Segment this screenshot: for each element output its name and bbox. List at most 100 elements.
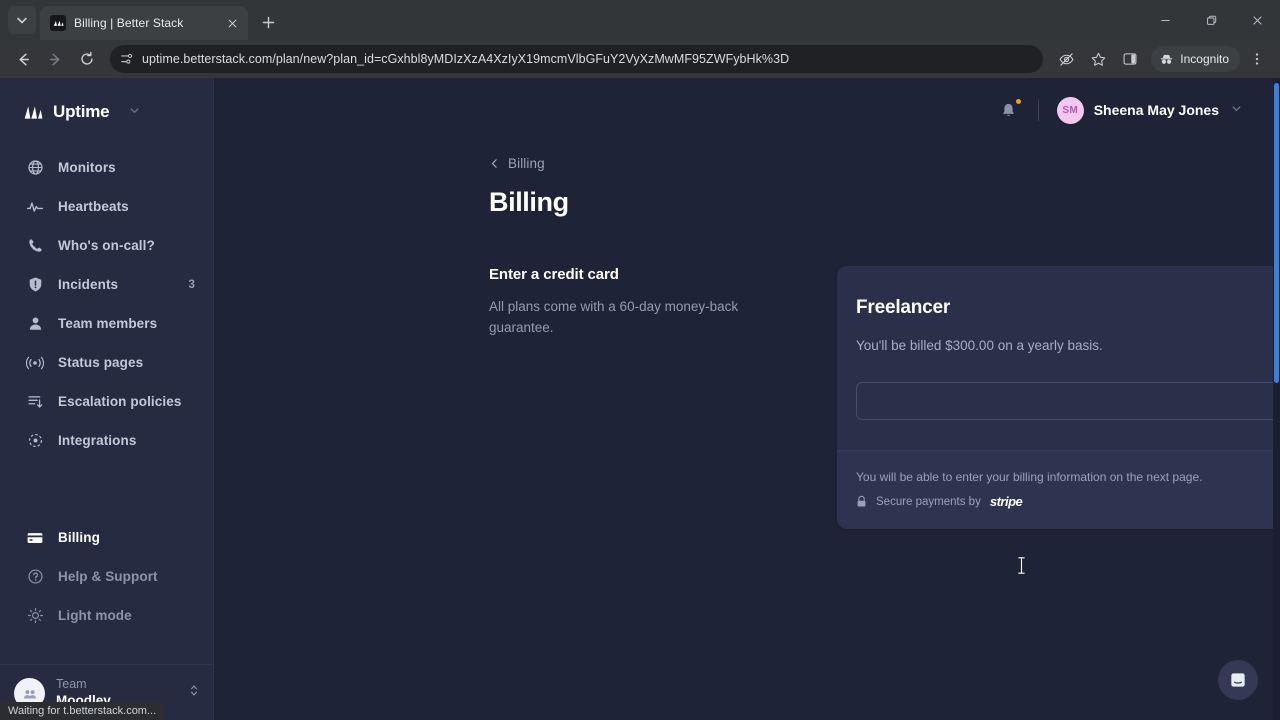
sidebar-item-billing[interactable]: Billing [0, 518, 213, 557]
reload-icon [81, 51, 93, 65]
plan-subheader-row: You'll be billed $300.00 on a yearly bas… [856, 338, 1280, 353]
side-panel-button[interactable] [1115, 44, 1145, 74]
sidebar-item-label: Escalation policies [58, 394, 182, 409]
uptime-bars-logo [24, 106, 43, 119]
sidebar-item-heartbeats[interactable]: Heartbeats [0, 187, 213, 226]
forward-arrow-icon [49, 53, 60, 65]
browser-window: Billing | Better Stack uptime.betterstac… [0, 0, 1280, 720]
page-main: Billing Billing Enter a credit card All … [214, 126, 1280, 529]
bookmark-button[interactable] [1083, 44, 1113, 74]
chat-widget-button[interactable] [1218, 660, 1258, 700]
window-close-button[interactable] [1234, 0, 1280, 40]
money-back-description: All plans come with a 60-day money-back … [489, 299, 739, 335]
web-page: Uptime Monitors Heartbeats Who's on-call… [0, 78, 1280, 720]
plan-name: Freelancer [856, 297, 951, 318]
new-tab-button[interactable] [254, 8, 282, 36]
sidebar-nav-secondary: Billing Help & Support Light mode [0, 518, 213, 635]
sidebar-item-integrations[interactable]: Integrations [0, 421, 213, 460]
incognito-spy-icon [1161, 54, 1173, 64]
forward-button[interactable] [40, 44, 70, 74]
betterstack-mountain-icon [50, 15, 66, 31]
credit-card-icon [26, 529, 44, 547]
window-controls [1142, 0, 1280, 40]
sidebar-item-status-pages[interactable]: Status pages [0, 343, 213, 382]
chevron-down-icon [17, 17, 27, 24]
sidebar-item-label: Light mode [58, 608, 132, 623]
app-topbar: SM Sheena May Jones [214, 78, 1280, 126]
chevron-down-icon[interactable] [1231, 101, 1242, 119]
breadcrumb[interactable]: Billing [489, 156, 1280, 171]
toolbar-right-actions: Incognito [1051, 44, 1272, 74]
close-icon [1252, 15, 1262, 25]
sidebar-item-team-members[interactable]: Team members [0, 304, 213, 343]
sidebar-item-label: Billing [58, 530, 100, 545]
sun-icon [26, 607, 44, 625]
side-panel-icon [1123, 53, 1137, 65]
notification-dot [1014, 98, 1022, 105]
incognito-indicator[interactable]: Incognito [1151, 46, 1240, 72]
sidebar-item-label: Integrations [58, 433, 137, 448]
incognito-label: Incognito [1180, 52, 1229, 66]
breadcrumb-label[interactable]: Billing [508, 156, 545, 171]
tab-close-button[interactable] [224, 15, 240, 31]
back-button[interactable] [8, 44, 38, 74]
plan-card-footer: You will be able to enter your billing i… [837, 450, 1280, 529]
browser-menu-button[interactable] [1242, 44, 1272, 74]
chevron-left-icon [491, 159, 497, 168]
reload-button[interactable] [72, 44, 102, 74]
plan-header-row: Freelancer $25.00 [856, 297, 1280, 323]
secure-payments-text: Secure payments by [876, 495, 981, 508]
shield-alert-icon [26, 276, 44, 294]
app-sidebar: Uptime Monitors Heartbeats Who's on-call… [0, 78, 214, 720]
page-settings-icon[interactable] [120, 52, 134, 66]
url-text[interactable]: uptime.betterstack.com/plan/new?plan_id=… [142, 52, 1037, 66]
tab-strip: Billing | Better Stack [0, 0, 1280, 40]
sidebar-item-whos-on-call[interactable]: Who's on-call? [0, 226, 213, 265]
phone-icon [26, 237, 44, 255]
secure-payments-row: Secure payments by stripe [856, 494, 1202, 509]
sidebar-item-incidents[interactable]: Incidents 3 [0, 265, 213, 304]
sidebar-item-monitors[interactable]: Monitors [0, 148, 213, 187]
sidebar-item-label: Heartbeats [58, 199, 129, 214]
window-minimize-button[interactable] [1142, 0, 1188, 40]
integrations-icon [26, 432, 44, 450]
third-party-cookies-button[interactable] [1051, 44, 1081, 74]
tab-search-button[interactable] [8, 6, 36, 34]
globe-icon [26, 159, 44, 177]
pulse-icon [26, 198, 44, 216]
eye-slash-icon [1059, 52, 1074, 66]
sidebar-item-label: Incidents [58, 277, 119, 292]
chevron-down-icon[interactable] [129, 103, 140, 121]
lock-icon [857, 495, 866, 507]
sidebar-item-label: Monitors [58, 160, 116, 175]
up-down-chevron-icon[interactable] [189, 683, 199, 703]
sidebar-item-label: Status pages [58, 355, 144, 370]
user-menu[interactable]: SM Sheena May Jones [1056, 96, 1242, 124]
footer-info: You will be able to enter your billing i… [856, 470, 1202, 509]
browser-tab[interactable]: Billing | Better Stack [40, 6, 248, 40]
address-bar[interactable]: uptime.betterstack.com/plan/new?plan_id=… [110, 45, 1044, 73]
topbar-divider [1037, 99, 1039, 121]
page-title: Billing [489, 187, 569, 217]
sidebar-item-light-mode[interactable]: Light mode [0, 596, 213, 635]
notifications-button[interactable] [998, 98, 1022, 121]
user-name: Sheena May Jones [1093, 102, 1219, 118]
mouse-text-cursor [1017, 556, 1026, 580]
team-kicker: Team [56, 677, 87, 692]
maximize-icon [1206, 15, 1216, 25]
page-scrollbar[interactable] [1273, 78, 1280, 720]
sidebar-item-label: Team members [58, 316, 158, 331]
brand-logo[interactable]: Uptime [0, 78, 213, 124]
browser-status-bar: Waiting for t.betterstack.com... [0, 702, 165, 720]
page-scrollbar-thumb[interactable] [1274, 83, 1279, 383]
intercom-chat-icon [1231, 673, 1245, 687]
credit-card-input[interactable] [856, 382, 1280, 420]
sidebar-item-label: Help & Support [58, 569, 158, 584]
three-dot-menu-icon [1255, 53, 1259, 65]
window-maximize-button[interactable] [1188, 0, 1234, 40]
tab-title: Billing | Better Stack [74, 16, 184, 30]
back-arrow-icon [18, 53, 29, 65]
sidebar-item-help-support[interactable]: Help & Support [0, 557, 213, 596]
sidebar-item-escalation-policies[interactable]: Escalation policies [0, 382, 213, 421]
